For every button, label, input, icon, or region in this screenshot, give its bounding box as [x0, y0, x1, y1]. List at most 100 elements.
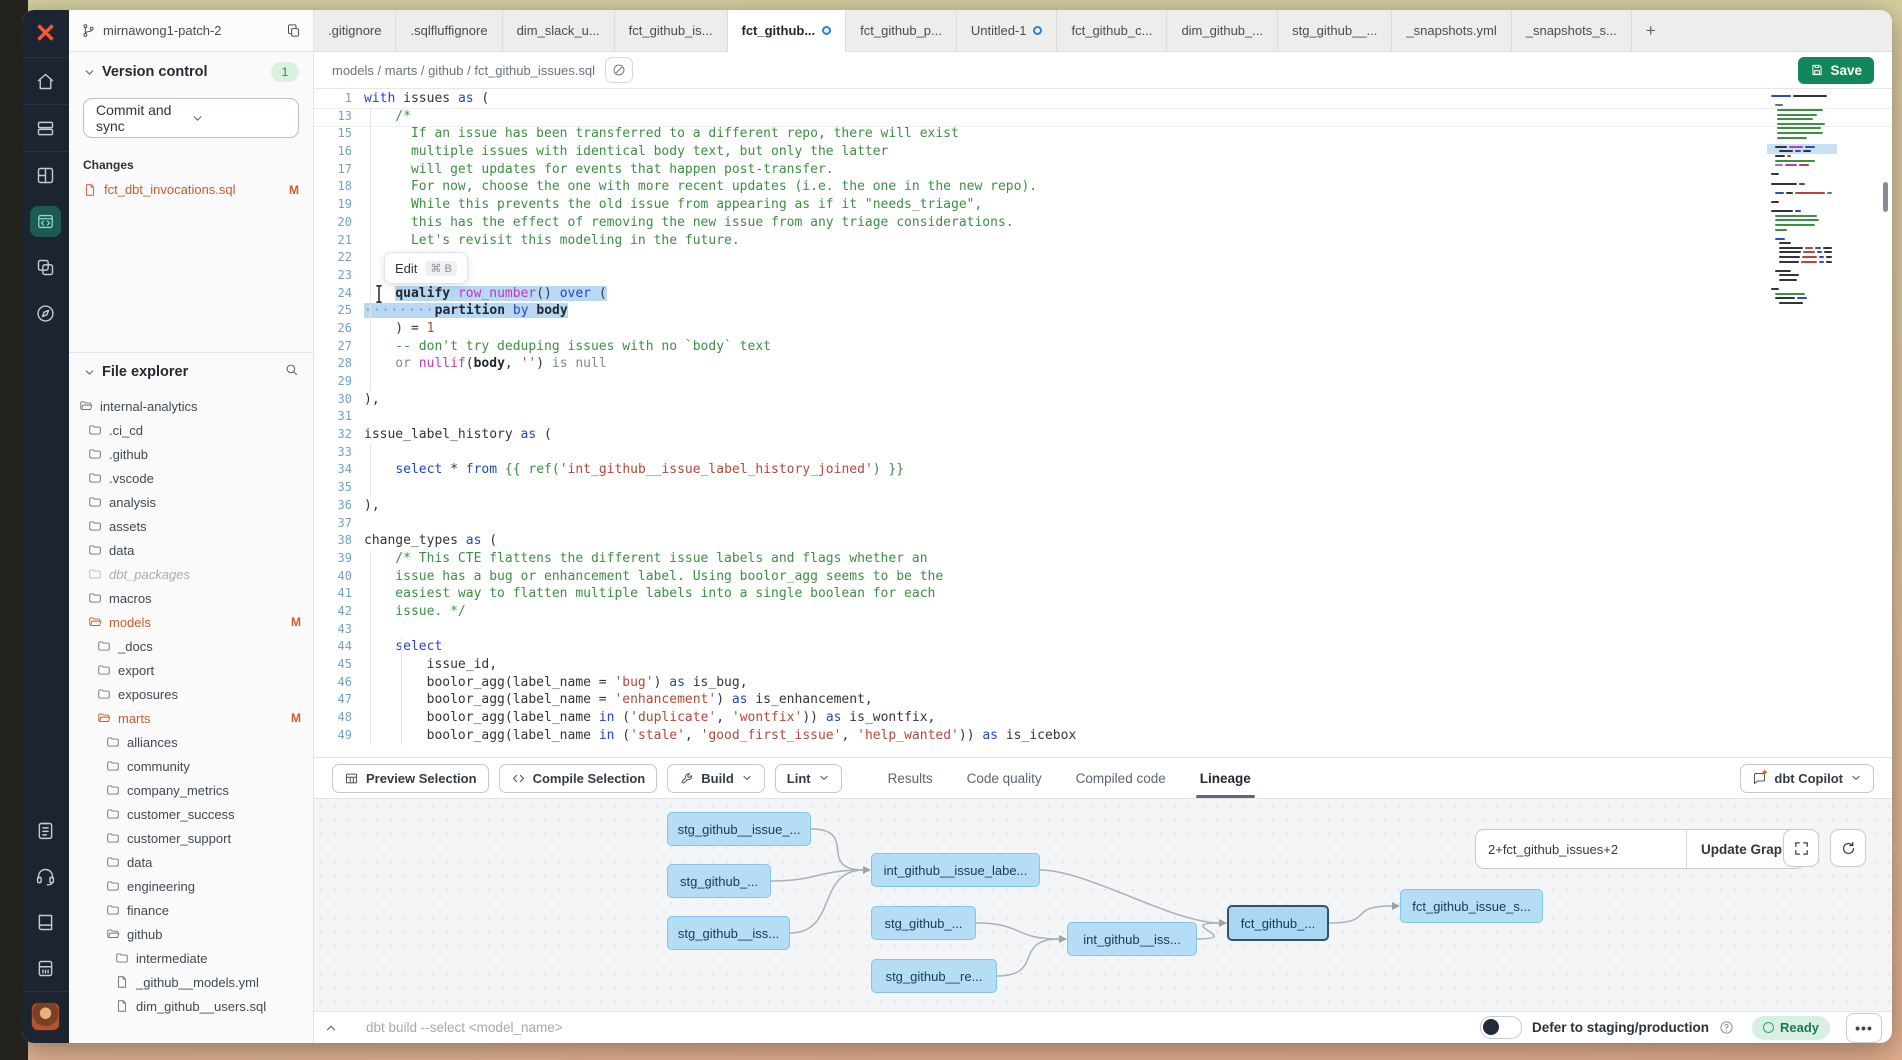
docs-book-icon[interactable] — [22, 899, 69, 945]
tree-item-folder[interactable]: _docs — [69, 634, 313, 658]
lint-button[interactable]: Lint — [775, 764, 842, 793]
help-icon[interactable] — [1719, 1020, 1734, 1035]
tree-item-folder[interactable]: .github — [69, 442, 313, 466]
editor-tab[interactable]: dim_slack_u... — [503, 10, 615, 51]
tree-item-folder[interactable]: alliances — [69, 730, 313, 754]
lineage-node[interactable]: stg_github_... — [871, 906, 976, 940]
tree-item-folder[interactable]: .ci_cd — [69, 418, 313, 442]
lineage-node[interactable]: int_github__iss... — [1067, 922, 1197, 956]
refresh-button[interactable] — [1830, 829, 1866, 867]
compass-icon[interactable] — [22, 290, 69, 336]
tree-item-label: github — [127, 927, 162, 942]
lineage-node[interactable]: fct_github_... — [1227, 905, 1329, 941]
editor-tab[interactable]: stg_github__... — [1278, 10, 1392, 51]
lineage-node[interactable]: int_github__issue_labe... — [871, 853, 1040, 887]
editor-tab[interactable]: fct_github_is... — [615, 10, 728, 51]
compare-squares-icon[interactable] — [22, 244, 69, 290]
tree-item-label: export — [118, 663, 154, 678]
command-input[interactable]: dbt build --select <model_name> — [366, 1020, 1470, 1035]
projects-drawer-icon[interactable] — [22, 105, 69, 151]
headset-support-icon[interactable] — [22, 853, 69, 899]
tab-results[interactable]: Results — [888, 758, 933, 798]
lineage-node[interactable]: stg_github_... — [667, 864, 771, 898]
tree-item-folder[interactable]: company_metrics — [69, 778, 313, 802]
line-number: 1 — [314, 90, 364, 108]
tree-item-folder[interactable]: modelsM — [69, 610, 313, 634]
tree-item-folder[interactable]: dbt_packages — [69, 562, 313, 586]
tree-item-folder[interactable]: github — [69, 922, 313, 946]
editor-tab[interactable]: .gitignore — [314, 10, 396, 51]
lineage-node[interactable]: fct_github_issue_s... — [1400, 889, 1543, 923]
lineage-canvas[interactable]: 2+fct_github_issues+2 Update Graph stg_g… — [314, 798, 1892, 1011]
tree-item-folder[interactable]: engineering — [69, 874, 313, 898]
changed-file-row[interactable]: fct_dbt_invocations.sql M — [83, 182, 299, 197]
editor-tab[interactable]: _snapshots.yml — [1392, 10, 1511, 51]
tab-compiled-code[interactable]: Compiled code — [1076, 758, 1166, 798]
clipboard-icon[interactable] — [22, 807, 69, 853]
editor-tab[interactable]: fct_github_p... — [846, 10, 957, 51]
dbt-logo-icon[interactable]: ✕ — [22, 10, 69, 58]
tab-label: .sqlfluffignore — [410, 23, 487, 38]
preview-selection-button[interactable]: Preview Selection — [332, 764, 489, 793]
code-lines: with issues as ( /* If an issue has been… — [364, 89, 1892, 757]
copy-icon[interactable] — [286, 23, 301, 38]
apps-grid-icon[interactable] — [22, 152, 69, 198]
lineage-node[interactable]: stg_github__iss... — [667, 916, 790, 950]
commit-and-sync-button[interactable]: Commit and sync — [83, 98, 299, 138]
scrollbar-thumb[interactable] — [1883, 182, 1888, 212]
dbt-copilot-button[interactable]: ✦ dbt Copilot — [1740, 764, 1874, 793]
defer-toggle[interactable] — [1480, 1016, 1522, 1039]
editor-tab[interactable]: Untitled-1 — [957, 10, 1058, 51]
tree-item-folder[interactable]: data — [69, 850, 313, 874]
chevron-down-icon[interactable] — [83, 66, 96, 79]
tree-item-folder[interactable]: customer_support — [69, 826, 313, 850]
lineage-node[interactable]: stg_github__issue_... — [667, 812, 811, 846]
expand-command-bar-icon[interactable] — [324, 1021, 338, 1035]
tree-item-file[interactable]: _github__models.yml — [69, 970, 313, 994]
save-button[interactable]: Save — [1798, 57, 1874, 84]
tree-item-folder[interactable]: internal-analytics — [69, 394, 313, 418]
lineage-selector-input[interactable]: 2+fct_github_issues+2 — [1476, 830, 1687, 868]
tab-label: Untitled-1 — [971, 23, 1027, 38]
fullscreen-button[interactable] — [1783, 829, 1819, 867]
tree-item-folder[interactable]: macros — [69, 586, 313, 610]
format-icon[interactable] — [605, 57, 633, 83]
save-icon — [1810, 63, 1824, 77]
tree-item-file[interactable]: dim_github__users.sql — [69, 994, 313, 1018]
editor-tab[interactable]: fct_github_c... — [1057, 10, 1167, 51]
panel-icon[interactable] — [22, 945, 69, 991]
chevron-down-icon[interactable] — [83, 366, 96, 379]
editor-tab[interactable]: dim_github_... — [1167, 10, 1278, 51]
edit-popup-label[interactable]: Edit — [395, 261, 417, 276]
tree-item-folder[interactable]: martsM — [69, 706, 313, 730]
tree-item-folder[interactable]: community — [69, 754, 313, 778]
code-editor[interactable]: 1131516171819202122232425262728293031323… — [314, 89, 1892, 757]
code-editor-icon[interactable] — [22, 198, 69, 244]
compile-selection-button[interactable]: Compile Selection — [499, 764, 658, 793]
tree-item-folder[interactable]: customer_success — [69, 802, 313, 826]
user-avatar[interactable] — [31, 1002, 60, 1031]
tree-item-folder[interactable]: .vscode — [69, 466, 313, 490]
tree-item-folder[interactable]: data — [69, 538, 313, 562]
editor-tab[interactable]: _snapshots_s... — [1512, 10, 1632, 51]
tab-code-quality[interactable]: Code quality — [967, 758, 1042, 798]
folder-icon — [88, 471, 102, 485]
editor-tab[interactable]: .sqlfluffignore — [396, 10, 502, 51]
edit-popup[interactable]: Edit ⌘ B — [384, 252, 468, 284]
lineage-node[interactable]: stg_github__re... — [871, 959, 997, 993]
tree-item-folder[interactable]: analysis — [69, 490, 313, 514]
tree-item-folder[interactable]: export — [69, 658, 313, 682]
tree-item-folder[interactable]: assets — [69, 514, 313, 538]
tab-lineage[interactable]: Lineage — [1200, 758, 1251, 798]
build-button[interactable]: Build — [667, 764, 765, 793]
line-number: 23 — [314, 267, 364, 285]
tree-item-folder[interactable]: finance — [69, 898, 313, 922]
home-icon[interactable] — [22, 58, 69, 104]
tree-item-folder[interactable]: intermediate — [69, 946, 313, 970]
more-options-button[interactable]: ••• — [1846, 1013, 1882, 1043]
minimap[interactable] — [1771, 94, 1832, 305]
tree-item-folder[interactable]: exposures — [69, 682, 313, 706]
search-icon[interactable] — [284, 362, 299, 382]
new-tab-button[interactable]: + — [1632, 10, 1670, 51]
editor-tab[interactable]: fct_github... — [728, 10, 847, 52]
